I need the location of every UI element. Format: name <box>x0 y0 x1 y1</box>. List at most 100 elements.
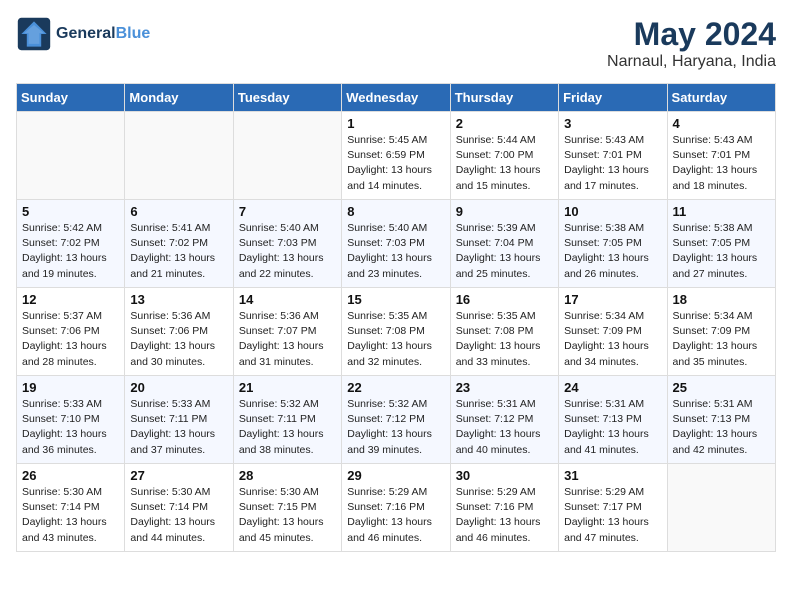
day-number: 12 <box>22 292 119 307</box>
calendar-cell <box>233 112 341 200</box>
cell-info: Sunrise: 5:41 AMSunset: 7:02 PMDaylight:… <box>130 221 227 282</box>
page-header: GeneralBlue May 2024 Narnaul, Haryana, I… <box>16 16 776 71</box>
cell-info: Sunrise: 5:36 AMSunset: 7:07 PMDaylight:… <box>239 309 336 370</box>
weekday-header-monday: Monday <box>125 84 233 112</box>
weekday-header-thursday: Thursday <box>450 84 558 112</box>
cell-info: Sunrise: 5:34 AMSunset: 7:09 PMDaylight:… <box>564 309 661 370</box>
day-number: 26 <box>22 468 119 483</box>
cell-info: Sunrise: 5:34 AMSunset: 7:09 PMDaylight:… <box>673 309 770 370</box>
cell-info: Sunrise: 5:29 AMSunset: 7:16 PMDaylight:… <box>347 485 444 546</box>
day-number: 23 <box>456 380 553 395</box>
logo-text: GeneralBlue <box>56 25 150 43</box>
calendar-cell: 17 Sunrise: 5:34 AMSunset: 7:09 PMDayligh… <box>559 288 667 376</box>
cell-info: Sunrise: 5:31 AMSunset: 7:13 PMDaylight:… <box>564 397 661 458</box>
calendar-cell: 11 Sunrise: 5:38 AMSunset: 7:05 PMDayligh… <box>667 200 775 288</box>
day-number: 22 <box>347 380 444 395</box>
weekday-header-tuesday: Tuesday <box>233 84 341 112</box>
cell-info: Sunrise: 5:43 AMSunset: 7:01 PMDaylight:… <box>673 133 770 194</box>
day-number: 27 <box>130 468 227 483</box>
calendar-week-1: 1 Sunrise: 5:45 AMSunset: 6:59 PMDaylight… <box>17 112 776 200</box>
day-number: 20 <box>130 380 227 395</box>
cell-info: Sunrise: 5:42 AMSunset: 7:02 PMDaylight:… <box>22 221 119 282</box>
calendar-cell: 27 Sunrise: 5:30 AMSunset: 7:14 PMDayligh… <box>125 464 233 552</box>
calendar-week-2: 5 Sunrise: 5:42 AMSunset: 7:02 PMDaylight… <box>17 200 776 288</box>
day-number: 2 <box>456 116 553 131</box>
calendar-cell: 15Sunrise: 5:35 AMSunset: 7:08 PMDayligh… <box>342 288 450 376</box>
calendar-header-row: SundayMondayTuesdayWednesdayThursdayFrid… <box>17 84 776 112</box>
cell-info: Sunrise: 5:37 AMSunset: 7:06 PMDaylight:… <box>22 309 119 370</box>
cell-info: Sunrise: 5:38 AMSunset: 7:05 PMDaylight:… <box>673 221 770 282</box>
day-number: 5 <box>22 204 119 219</box>
cell-info: Sunrise: 5:45 AMSunset: 6:59 PMDaylight:… <box>347 133 444 194</box>
day-number: 19 <box>22 380 119 395</box>
day-number: 3 <box>564 116 661 131</box>
day-number: 15 <box>347 292 444 307</box>
calendar-cell <box>125 112 233 200</box>
calendar-table: SundayMondayTuesdayWednesdayThursdayFrid… <box>16 83 776 552</box>
month-year-title: May 2024 <box>607 16 776 53</box>
day-number: 16 <box>456 292 553 307</box>
calendar-cell: 22 Sunrise: 5:32 AMSunset: 7:12 PMDayligh… <box>342 376 450 464</box>
day-number: 24 <box>564 380 661 395</box>
cell-info: Sunrise: 5:36 AMSunset: 7:06 PMDaylight:… <box>130 309 227 370</box>
calendar-cell: 5 Sunrise: 5:42 AMSunset: 7:02 PMDaylight… <box>17 200 125 288</box>
calendar-week-4: 19 Sunrise: 5:33 AMSunset: 7:10 PMDayligh… <box>17 376 776 464</box>
day-number: 1 <box>347 116 444 131</box>
calendar-cell: 30 Sunrise: 5:29 AMSunset: 7:16 PMDayligh… <box>450 464 558 552</box>
day-number: 6 <box>130 204 227 219</box>
logo-icon <box>16 16 52 52</box>
cell-info: Sunrise: 5:30 AMSunset: 7:15 PMDaylight:… <box>239 485 336 546</box>
cell-info: Sunrise: 5:31 AMSunset: 7:12 PMDaylight:… <box>456 397 553 458</box>
day-number: 21 <box>239 380 336 395</box>
weekday-header-wednesday: Wednesday <box>342 84 450 112</box>
day-number: 7 <box>239 204 336 219</box>
weekday-header-saturday: Saturday <box>667 84 775 112</box>
cell-info: Sunrise: 5:30 AMSunset: 7:14 PMDaylight:… <box>22 485 119 546</box>
calendar-cell: 3 Sunrise: 5:43 AMSunset: 7:01 PMDaylight… <box>559 112 667 200</box>
calendar-cell: 14 Sunrise: 5:36 AMSunset: 7:07 PMDayligh… <box>233 288 341 376</box>
calendar-cell: 20Sunrise: 5:33 AMSunset: 7:11 PMDayligh… <box>125 376 233 464</box>
calendar-cell: 24 Sunrise: 5:31 AMSunset: 7:13 PMDayligh… <box>559 376 667 464</box>
weekday-header-sunday: Sunday <box>17 84 125 112</box>
day-number: 14 <box>239 292 336 307</box>
logo: GeneralBlue <box>16 16 150 52</box>
cell-info: Sunrise: 5:40 AMSunset: 7:03 PMDaylight:… <box>239 221 336 282</box>
day-number: 10 <box>564 204 661 219</box>
calendar-cell: 12 Sunrise: 5:37 AMSunset: 7:06 PMDayligh… <box>17 288 125 376</box>
cell-info: Sunrise: 5:33 AMSunset: 7:10 PMDaylight:… <box>22 397 119 458</box>
calendar-cell: 2 Sunrise: 5:44 AMSunset: 7:00 PMDaylight… <box>450 112 558 200</box>
calendar-cell: 1 Sunrise: 5:45 AMSunset: 6:59 PMDaylight… <box>342 112 450 200</box>
calendar-cell: 25Sunrise: 5:31 AMSunset: 7:13 PMDayligh… <box>667 376 775 464</box>
calendar-cell: 23 Sunrise: 5:31 AMSunset: 7:12 PMDayligh… <box>450 376 558 464</box>
calendar-body: 1 Sunrise: 5:45 AMSunset: 6:59 PMDaylight… <box>17 112 776 552</box>
calendar-cell: 16Sunrise: 5:35 AMSunset: 7:08 PMDayligh… <box>450 288 558 376</box>
day-number: 17 <box>564 292 661 307</box>
day-number: 9 <box>456 204 553 219</box>
calendar-cell: 9Sunrise: 5:39 AMSunset: 7:04 PMDaylight… <box>450 200 558 288</box>
calendar-cell <box>17 112 125 200</box>
cell-info: Sunrise: 5:32 AMSunset: 7:12 PMDaylight:… <box>347 397 444 458</box>
cell-info: Sunrise: 5:44 AMSunset: 7:00 PMDaylight:… <box>456 133 553 194</box>
calendar-cell: 21Sunrise: 5:32 AMSunset: 7:11 PMDayligh… <box>233 376 341 464</box>
calendar-cell <box>667 464 775 552</box>
cell-info: Sunrise: 5:31 AMSunset: 7:13 PMDaylight:… <box>673 397 770 458</box>
calendar-cell: 18Sunrise: 5:34 AMSunset: 7:09 PMDayligh… <box>667 288 775 376</box>
weekday-header-friday: Friday <box>559 84 667 112</box>
location-subtitle: Narnaul, Haryana, India <box>607 53 776 71</box>
day-number: 13 <box>130 292 227 307</box>
cell-info: Sunrise: 5:43 AMSunset: 7:01 PMDaylight:… <box>564 133 661 194</box>
cell-info: Sunrise: 5:38 AMSunset: 7:05 PMDaylight:… <box>564 221 661 282</box>
cell-info: Sunrise: 5:40 AMSunset: 7:03 PMDaylight:… <box>347 221 444 282</box>
cell-info: Sunrise: 5:29 AMSunset: 7:16 PMDaylight:… <box>456 485 553 546</box>
cell-info: Sunrise: 5:30 AMSunset: 7:14 PMDaylight:… <box>130 485 227 546</box>
calendar-cell: 10 Sunrise: 5:38 AMSunset: 7:05 PMDayligh… <box>559 200 667 288</box>
calendar-cell: 4 Sunrise: 5:43 AMSunset: 7:01 PMDaylight… <box>667 112 775 200</box>
calendar-cell: 31Sunrise: 5:29 AMSunset: 7:17 PMDayligh… <box>559 464 667 552</box>
day-number: 30 <box>456 468 553 483</box>
day-number: 4 <box>673 116 770 131</box>
calendar-cell: 29Sunrise: 5:29 AMSunset: 7:16 PMDayligh… <box>342 464 450 552</box>
cell-info: Sunrise: 5:29 AMSunset: 7:17 PMDaylight:… <box>564 485 661 546</box>
calendar-week-3: 12 Sunrise: 5:37 AMSunset: 7:06 PMDayligh… <box>17 288 776 376</box>
day-number: 11 <box>673 204 770 219</box>
calendar-cell: 8Sunrise: 5:40 AMSunset: 7:03 PMDaylight… <box>342 200 450 288</box>
